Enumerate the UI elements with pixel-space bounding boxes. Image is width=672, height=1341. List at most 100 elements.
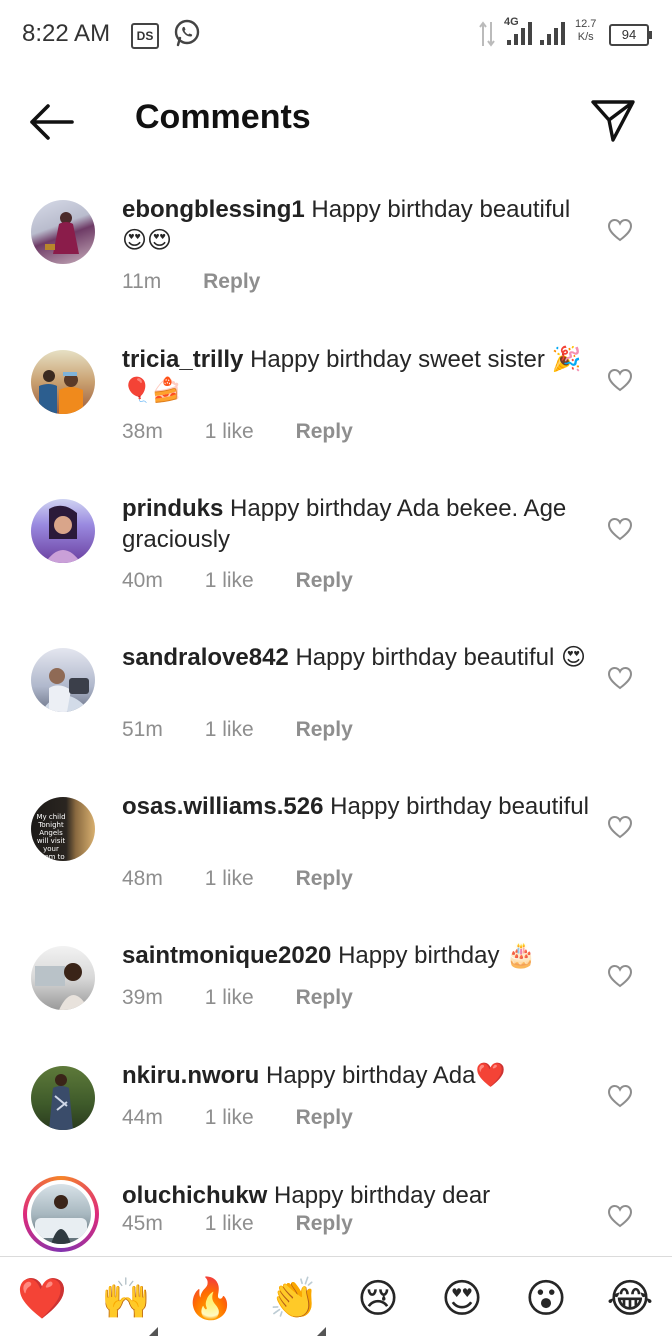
- emoji-crying-button[interactable]: 😢: [352, 1273, 404, 1325]
- comment-text: Happy birthday dear: [274, 1182, 491, 1209]
- like-heart-icon[interactable]: [607, 1204, 633, 1228]
- like-heart-icon[interactable]: [607, 666, 633, 690]
- comment-text: Happy birthday Ada❤️: [266, 1062, 506, 1089]
- comment-time: 51m: [122, 718, 163, 741]
- like-count[interactable]: 1 like: [205, 1212, 254, 1236]
- comment-meta: 48m 1 like Reply: [122, 867, 389, 891]
- comment-text-block: prinduks Happy birthday Ada bekee. Age g…: [122, 493, 592, 555]
- data-transfer-icon: [479, 21, 495, 47]
- comment-time: 45m: [122, 1212, 163, 1235]
- comment-username[interactable]: nkiru.nworu: [122, 1062, 259, 1089]
- like-heart-icon[interactable]: [607, 218, 633, 242]
- avatar[interactable]: [31, 1066, 95, 1130]
- emoji-quick-reaction-bar: ❤️ 🙌 🔥 👏 😢 😍 😮 😂: [0, 1256, 672, 1341]
- status-bar: 8:22 AM DS 4G 12.7 K/s 94: [0, 0, 672, 70]
- emoji-raised-hands-button[interactable]: 🙌: [100, 1273, 152, 1325]
- avatar-photo: [45, 505, 81, 563]
- like-heart-icon[interactable]: [607, 368, 633, 392]
- comment-meta: 51m 1 like Reply: [122, 718, 389, 742]
- speed-value: 12.7: [575, 18, 597, 30]
- comment-username[interactable]: oluchichukw: [122, 1182, 267, 1209]
- comment-meta: 44m 1 like Reply: [122, 1106, 389, 1130]
- comment-text-block: tricia_trilly Happy birthday sweet siste…: [122, 344, 592, 406]
- comment-meta: 11m Reply: [122, 270, 296, 294]
- avatar-photo: [35, 1195, 87, 1244]
- comment-username[interactable]: sandralove842: [122, 644, 289, 671]
- avatar[interactable]: [31, 648, 95, 712]
- comment-username[interactable]: saintmonique2020: [122, 942, 331, 969]
- like-heart-icon[interactable]: [607, 815, 633, 839]
- like-count[interactable]: 1 like: [205, 867, 254, 891]
- comment-text-block: oluchichukw Happy birthday dear: [122, 1180, 592, 1211]
- comment-username[interactable]: ebongblessing1: [122, 196, 305, 223]
- comment-time: 11m: [122, 270, 162, 293]
- like-count[interactable]: 1 like: [205, 420, 254, 444]
- avatar-photo: [45, 212, 79, 254]
- comment-username[interactable]: prinduks: [122, 495, 223, 522]
- emoji-heart-eyes-button[interactable]: 😍: [436, 1273, 488, 1325]
- emoji-laughing-button[interactable]: 😂: [604, 1273, 656, 1325]
- like-count[interactable]: 1 like: [205, 569, 254, 593]
- comment-text-block: osas.williams.526 Happy birthday beautif…: [122, 791, 592, 822]
- comment-text: Happy birthday 🎂: [338, 942, 537, 969]
- avatar[interactable]: [31, 499, 95, 563]
- avatar[interactable]: My child Tonight Angels will visit your …: [31, 797, 95, 861]
- comment-text-block: ebongblessing1 Happy birthday beautiful😍…: [122, 194, 592, 256]
- reply-button[interactable]: Reply: [296, 867, 353, 891]
- avatar-story-ring[interactable]: [23, 1176, 99, 1252]
- whatsapp-icon: [174, 19, 200, 47]
- comment-meta: 38m 1 like Reply: [122, 420, 389, 444]
- emoji-clapping-button[interactable]: 👏: [268, 1273, 320, 1325]
- avatar-photo: [41, 668, 89, 712]
- direct-message-icon[interactable]: [589, 96, 637, 144]
- avatar-photo: [49, 1074, 73, 1130]
- avatar-caption: My child Tonight Angels will visit your …: [36, 813, 66, 861]
- like-heart-icon[interactable]: [607, 517, 633, 541]
- avatar: [31, 1184, 91, 1244]
- reply-button[interactable]: Reply: [296, 420, 353, 444]
- reply-button[interactable]: Reply: [296, 1106, 353, 1130]
- reply-button[interactable]: Reply: [296, 1212, 353, 1236]
- back-arrow-icon[interactable]: [26, 100, 76, 144]
- reply-button[interactable]: Reply: [296, 718, 353, 742]
- avatar[interactable]: [31, 200, 95, 264]
- comment-username[interactable]: tricia_trilly: [122, 346, 243, 373]
- like-count[interactable]: 1 like: [205, 986, 254, 1010]
- comment-meta: 45m 1 like Reply: [122, 1212, 389, 1236]
- like-count[interactable]: 1 like: [205, 1106, 254, 1130]
- comment-time: 39m: [122, 986, 163, 1009]
- like-heart-icon[interactable]: [607, 1084, 633, 1108]
- emoji-heart-button[interactable]: ❤️: [16, 1273, 68, 1325]
- comment-meta: 40m 1 like Reply: [122, 569, 389, 593]
- status-time: 8:22 AM: [22, 20, 111, 47]
- like-count[interactable]: 1 like: [205, 718, 254, 742]
- comment-text: Happy birthday beautiful 😍: [295, 644, 586, 671]
- signal-strength-icon: [507, 22, 532, 45]
- reply-button[interactable]: Reply: [296, 569, 353, 593]
- reply-button[interactable]: Reply: [203, 270, 260, 294]
- ds-app-icon: DS: [131, 23, 159, 49]
- comment-time: 48m: [122, 867, 163, 890]
- comment-text: Happy birthday beautiful: [330, 793, 589, 820]
- emoji-fire-button[interactable]: 🔥: [184, 1273, 236, 1325]
- skin-tone-indicator: [149, 1327, 158, 1336]
- reply-button[interactable]: Reply: [296, 986, 353, 1010]
- like-heart-icon[interactable]: [607, 964, 633, 988]
- page-title: Comments: [135, 98, 311, 136]
- speed-unit: K/s: [577, 31, 594, 43]
- comment-time: 44m: [122, 1106, 163, 1129]
- avatar[interactable]: [31, 350, 95, 414]
- header: Comments: [0, 72, 672, 168]
- signal-strength-icon-2: [540, 22, 565, 45]
- battery-icon: 94: [609, 24, 652, 46]
- comment-meta: 39m 1 like Reply: [122, 986, 389, 1010]
- network-speed: 12.7 K/s: [575, 18, 596, 44]
- comment-time: 38m: [122, 420, 163, 443]
- avatar-photo: [35, 963, 89, 1010]
- comment-username[interactable]: osas.williams.526: [122, 793, 323, 820]
- avatar[interactable]: [31, 946, 95, 1010]
- emoji-surprised-button[interactable]: 😮: [520, 1273, 572, 1325]
- comment-text-block: sandralove842 Happy birthday beautiful 😍: [122, 642, 592, 673]
- skin-tone-indicator: [317, 1327, 326, 1336]
- avatar-photo: [39, 370, 83, 414]
